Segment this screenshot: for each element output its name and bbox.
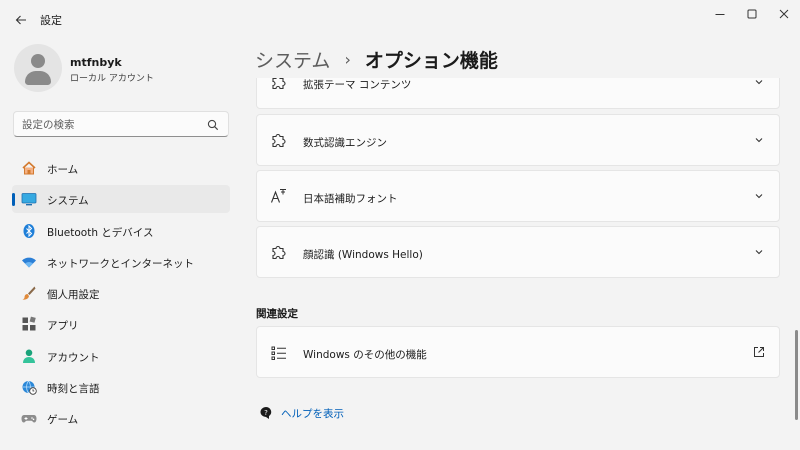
sidebar-item-label: 時刻と言語 — [47, 383, 100, 396]
minimize-icon — [715, 14, 725, 15]
sidebar-item-label: アプリ — [47, 320, 79, 333]
sidebar-item-bluetooth[interactable]: Bluetooth とデバイス — [12, 217, 230, 245]
chevron-down-icon — [755, 250, 763, 255]
breadcrumb: システム › オプション機能 — [255, 46, 498, 73]
back-arrow-icon — [15, 15, 26, 25]
help-label: ヘルプを表示 — [281, 407, 344, 420]
sidebar-item-system[interactable]: システム — [12, 185, 230, 214]
maximize-icon — [747, 9, 757, 19]
search-icon[interactable] — [207, 119, 219, 131]
list-icon — [270, 344, 288, 362]
feature-item[interactable]: 拡張テーマ コンテンツ — [256, 78, 780, 109]
sidebar-item-label: システム — [47, 195, 89, 208]
sidebar-nav: ホーム システム Bluetooth とデバイス ネットワークとインターネット … — [12, 154, 230, 436]
home-icon — [21, 160, 37, 176]
apps-icon — [21, 316, 37, 332]
gamepad-icon — [21, 410, 37, 426]
sidebar-item-label: アカウント — [47, 351, 100, 364]
help-link[interactable]: ? ヘルプを表示 — [259, 404, 344, 422]
wifi-icon — [21, 254, 37, 270]
bluetooth-icon — [21, 223, 37, 239]
feature-label: 数式認識エンジン — [303, 137, 387, 149]
close-icon — [779, 9, 789, 19]
chevron-down-icon — [755, 194, 763, 199]
sidebar-item-label: ホーム — [47, 164, 79, 176]
sidebar-item-personalization[interactable]: 個人用設定 — [12, 279, 230, 307]
minimize-button[interactable] — [704, 0, 736, 28]
back-button[interactable] — [8, 8, 34, 32]
app-title: 設定 — [40, 14, 62, 27]
sidebar-item-time-language[interactable]: 時刻と言語 — [12, 373, 230, 401]
user-profile[interactable]: mtfnbyk ローカル アカウント — [14, 44, 234, 94]
account-icon — [21, 348, 37, 364]
page-title: オプション機能 — [364, 50, 498, 72]
sidebar-item-label: 個人用設定 — [47, 289, 100, 302]
sidebar-item-label: ネットワークとインターネット — [47, 257, 194, 270]
help-icon: ? — [260, 407, 272, 419]
breadcrumb-separator: › — [344, 50, 351, 69]
paintbrush-icon — [21, 285, 37, 301]
scrollbar[interactable] — [795, 330, 798, 420]
related-settings-heading: 関連設定 — [256, 308, 298, 320]
chevron-down-icon — [755, 80, 763, 85]
svg-text:?: ? — [264, 409, 268, 417]
feature-label: 日本語補助フォント — [303, 193, 398, 205]
related-setting-label: Windows のその他の機能 — [303, 349, 427, 361]
open-external-icon — [754, 347, 764, 357]
close-button[interactable] — [768, 0, 800, 28]
search-box[interactable] — [13, 111, 229, 137]
sidebar-item-accounts[interactable]: アカウント — [12, 342, 230, 370]
puzzle-icon — [270, 131, 288, 149]
puzzle-icon — [270, 243, 288, 261]
feature-item[interactable]: 顔認識 (Windows Hello) — [256, 226, 780, 278]
avatar — [14, 44, 62, 92]
feature-item[interactable]: 数式認識エンジン — [256, 114, 780, 166]
related-setting-item[interactable]: Windows のその他の機能 — [256, 326, 780, 378]
feature-label: 顔認識 (Windows Hello) — [303, 249, 423, 261]
title-bar: 設定 — [0, 0, 800, 40]
breadcrumb-parent[interactable]: システム — [255, 46, 330, 73]
maximize-button[interactable] — [736, 0, 768, 28]
feature-item[interactable]: 日本語補助フォント — [256, 170, 780, 222]
sidebar-item-apps[interactable]: アプリ — [12, 310, 230, 338]
sidebar-item-network[interactable]: ネットワークとインターネット — [12, 248, 230, 276]
puzzle-icon — [270, 78, 288, 91]
window-controls — [704, 0, 800, 28]
sidebar-item-label: Bluetooth とデバイス — [47, 226, 154, 239]
search-input[interactable] — [22, 116, 202, 133]
time-language-icon — [21, 379, 37, 395]
font-icon — [270, 187, 288, 205]
feature-label: 拡張テーマ コンテンツ — [303, 79, 412, 91]
user-name: mtfnbyk — [70, 56, 122, 69]
main-content: 拡張テーマ コンテンツ 数式認識エンジン 日本語補助フォント 顔認識 (Wind… — [255, 78, 789, 450]
sidebar-item-home[interactable]: ホーム — [12, 154, 230, 182]
sidebar-item-gaming[interactable]: ゲーム — [12, 404, 230, 432]
account-type: ローカル アカウント — [70, 74, 154, 84]
sidebar-item-label: ゲーム — [47, 414, 79, 427]
system-display-icon — [21, 191, 37, 207]
chevron-down-icon — [755, 138, 763, 143]
